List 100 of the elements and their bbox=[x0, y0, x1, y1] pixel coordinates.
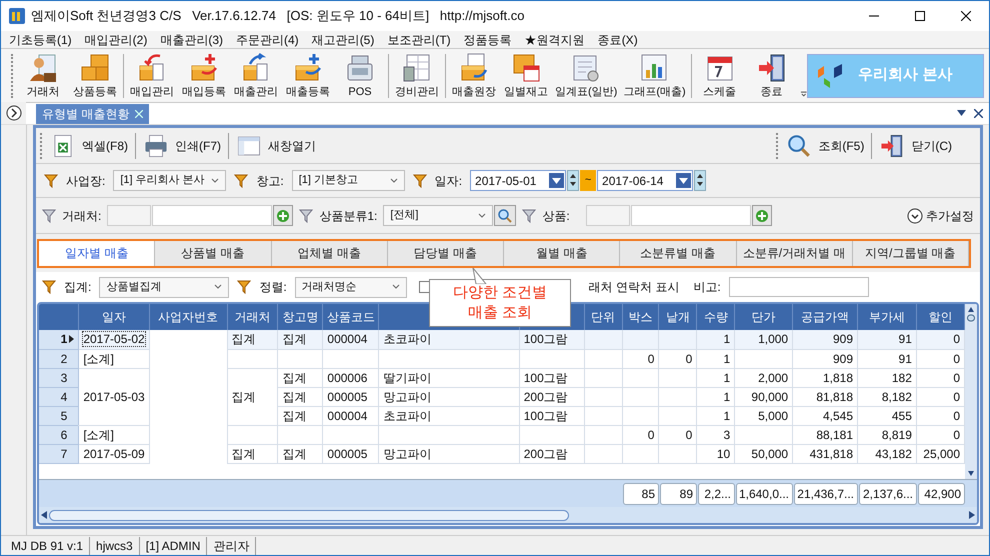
field-label: 사업장: bbox=[66, 172, 106, 190]
callout-note: 다양한 조건별 매출 조회 bbox=[429, 279, 571, 327]
table-cell: 0 bbox=[648, 428, 654, 442]
toolbar-button[interactable]: 종료 bbox=[746, 50, 798, 102]
search-button[interactable] bbox=[494, 205, 516, 226]
table-cell: 3 bbox=[724, 428, 730, 442]
menu-item[interactable]: 종료(X) bbox=[598, 30, 638, 48]
column-header[interactable]: 창고명 bbox=[282, 310, 318, 324]
dropdown-field[interactable]: 상품별집계 bbox=[99, 276, 230, 298]
scroll-thumb[interactable] bbox=[49, 510, 569, 520]
column-header[interactable]: 거래처 bbox=[234, 310, 271, 324]
table-cell: 000005 bbox=[327, 390, 368, 404]
code-field[interactable] bbox=[107, 205, 152, 226]
horizontal-scrollbar[interactable] bbox=[39, 507, 977, 523]
table-cell: 50,000 bbox=[751, 446, 788, 460]
add-button[interactable] bbox=[273, 205, 294, 226]
status-text: 관리자 bbox=[207, 536, 256, 554]
column-header[interactable]: 수량 bbox=[704, 310, 728, 324]
menu-item[interactable]: ★원격지원 bbox=[524, 30, 585, 48]
expand-icon[interactable] bbox=[6, 105, 22, 121]
scroll-up-icon[interactable] bbox=[967, 306, 975, 322]
status-text: MJ DB 91 v:1 bbox=[5, 536, 90, 554]
field-label: 상품: bbox=[542, 208, 570, 224]
toolbar-button[interactable]: 일계표(일반) bbox=[552, 50, 620, 102]
scroll-down-icon[interactable] bbox=[967, 471, 975, 477]
table-cell: 집계 bbox=[282, 370, 306, 384]
toolbar-button[interactable]: 일별재고 bbox=[500, 50, 552, 102]
table-cell: 1 bbox=[724, 370, 730, 384]
column-header[interactable]: 부가세 bbox=[868, 310, 905, 324]
dropdown-arrow-icon[interactable] bbox=[957, 110, 966, 116]
table-cell: 0 bbox=[953, 428, 960, 442]
toolbar-button[interactable]: 매출등록 bbox=[282, 50, 334, 102]
toolbar-button[interactable]: 새창열기 bbox=[232, 130, 320, 162]
close-icon[interactable] bbox=[974, 108, 983, 118]
toolbar-button[interactable]: 엑셀(F8) bbox=[46, 130, 132, 162]
toolbar-button[interactable]: 경비관리 bbox=[391, 50, 443, 102]
column-header[interactable]: 단가 bbox=[752, 310, 776, 324]
date-field[interactable]: 2017-05-01 bbox=[470, 170, 566, 191]
code-field[interactable] bbox=[586, 205, 630, 226]
toolbar-button[interactable]: 스케줄 bbox=[694, 50, 746, 102]
dropdown-field[interactable]: [1] 기본창고 bbox=[292, 170, 405, 191]
toolbar-button[interactable]: 닫기(C) bbox=[875, 130, 956, 162]
toolbar-button[interactable]: 그래프(매출) bbox=[620, 50, 689, 102]
tab[interactable]: 일자별 매출 bbox=[39, 240, 156, 266]
spin-buttons[interactable] bbox=[567, 170, 580, 191]
table-cell: 000005 bbox=[327, 446, 368, 460]
input-field[interactable] bbox=[630, 205, 751, 226]
overflow-icon[interactable] bbox=[800, 90, 808, 98]
table-cell: 1,818 bbox=[822, 370, 854, 384]
menu-item[interactable]: 주문관리(4) bbox=[236, 30, 299, 48]
column-header[interactable]: 낱개 bbox=[666, 310, 690, 324]
column-header[interactable]: 할인 bbox=[928, 310, 952, 324]
checkbox[interactable] bbox=[418, 281, 431, 293]
table-cell: 0 bbox=[953, 332, 960, 346]
table-cell: 100그람 bbox=[524, 332, 568, 346]
chevron-down-icon bbox=[907, 208, 923, 224]
checkbox-label: 래처 연락처 표시 bbox=[588, 279, 680, 296]
column-header[interactable]: 박스 bbox=[628, 310, 652, 324]
toolbar-button[interactable]: 매출관리 bbox=[230, 50, 282, 102]
column-header[interactable]: 사업자번호 bbox=[158, 310, 218, 324]
column-header[interactable]: 상품코드 bbox=[326, 310, 375, 324]
toolbar-button[interactable]: 조회(F5) bbox=[782, 130, 868, 162]
funnel-icon bbox=[522, 208, 536, 222]
menu-item[interactable]: 정품등록 bbox=[464, 30, 512, 48]
table-cell: 1 bbox=[724, 352, 730, 366]
date-field[interactable]: 2017-06-14 bbox=[597, 170, 694, 191]
column-header[interactable]: 단위 bbox=[591, 310, 616, 324]
dropdown-field[interactable]: [1] 우리회사 본사 bbox=[113, 170, 226, 191]
memo-field[interactable] bbox=[728, 277, 869, 297]
toolbar-button[interactable]: 상품등록 bbox=[69, 50, 121, 102]
toolbar-button[interactable]: 인쇄(F7) bbox=[139, 130, 225, 162]
menu-item[interactable]: 매입관리(2) bbox=[84, 30, 148, 48]
more-settings-button[interactable]: 추가설정 bbox=[907, 206, 974, 224]
dropdown-field[interactable]: [전체] bbox=[383, 205, 494, 226]
toolbar-button[interactable]: POS bbox=[334, 50, 386, 102]
table-cell: [소계] bbox=[83, 428, 114, 442]
toolbar-button[interactable]: 매입관리 bbox=[126, 50, 178, 102]
add-button[interactable] bbox=[752, 205, 772, 226]
document-tab[interactable]: 유형별 매출현황 bbox=[36, 104, 150, 124]
table-cell: [소계] bbox=[83, 352, 114, 366]
spin-buttons[interactable] bbox=[694, 170, 706, 191]
table-cell: 182 bbox=[892, 370, 912, 384]
scroll-left-icon[interactable] bbox=[41, 511, 47, 519]
column-header[interactable]: 일자 bbox=[102, 310, 126, 324]
printer-icon bbox=[143, 132, 169, 158]
logo-icon bbox=[816, 64, 844, 88]
menu-item[interactable]: 기초등록(1) bbox=[9, 30, 72, 48]
toolbar-button[interactable]: 거래처 bbox=[17, 50, 69, 102]
toolbar-button[interactable]: 매입등록 bbox=[178, 50, 230, 102]
toolbar-button[interactable]: 매출원장 bbox=[448, 50, 500, 102]
maximize-icon bbox=[915, 11, 925, 21]
vertical-scrollbar[interactable] bbox=[965, 304, 977, 479]
menu-item[interactable]: 재고관리(5) bbox=[312, 30, 374, 48]
menu-item[interactable]: 보조관리(T) bbox=[387, 30, 451, 48]
dropdown-field[interactable]: 거래처명순 bbox=[294, 276, 407, 298]
column-header[interactable]: 공급가액 bbox=[801, 310, 850, 324]
menu-item[interactable]: 매출관리(3) bbox=[160, 30, 224, 48]
input-field[interactable] bbox=[152, 205, 272, 226]
table-cell: 91 bbox=[898, 352, 912, 366]
scroll-right-icon[interactable] bbox=[969, 511, 975, 519]
